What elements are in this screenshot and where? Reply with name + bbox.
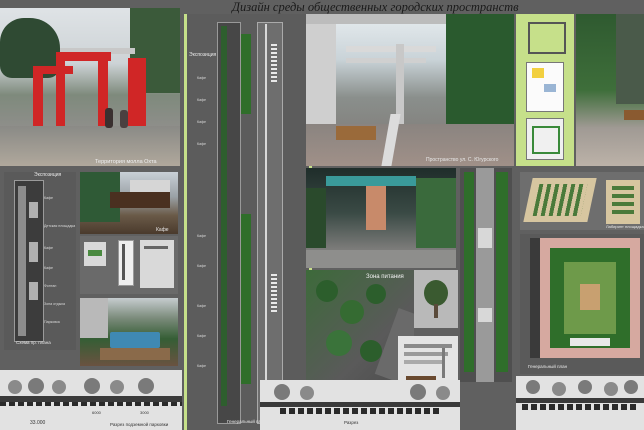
plan-strip-right bbox=[460, 168, 512, 382]
tree-detail bbox=[414, 270, 458, 328]
section-left-caption: Разрез подземной парковки bbox=[110, 422, 169, 427]
caption-mall-territory: Территория молла Охта bbox=[95, 159, 157, 165]
diagrams-panel bbox=[516, 14, 574, 166]
photo-fountain bbox=[80, 298, 178, 366]
photo-mall-territory: Территория молла Охта bbox=[0, 8, 180, 166]
plan-left: Экспозиция Кафе Детская площадка Кафе Ка… bbox=[4, 172, 76, 350]
caption-cafe: Кафе bbox=[156, 227, 169, 233]
general-plan-right: Генеральный план bbox=[520, 234, 644, 374]
photo-pavilion-night bbox=[306, 168, 456, 268]
plan-mid-label-4: Кафе bbox=[197, 142, 207, 146]
section-right bbox=[516, 376, 644, 430]
plan-left-scheme: Схема пр. плана bbox=[16, 340, 51, 345]
plan-mid-label-3: Кафе bbox=[197, 120, 207, 124]
plan-mid-label-7: Кафе bbox=[197, 304, 207, 308]
plan-mid-label-8: Кафе bbox=[197, 334, 207, 338]
cafe-details bbox=[80, 236, 178, 294]
photo-courtyard-render bbox=[576, 14, 644, 166]
plan-mid-label-2: Кафе bbox=[197, 98, 207, 102]
plan-left-exposition: Экспозиция bbox=[34, 172, 62, 178]
section-left-dim-3: 3000 bbox=[140, 410, 149, 415]
photo-cafe: Кафе bbox=[80, 172, 178, 234]
plan-mid-label-1: Кафе bbox=[197, 76, 207, 80]
caption-food-zone: Зона питания bbox=[366, 274, 404, 280]
plan-mid-exposition: Экспозиция bbox=[189, 52, 217, 58]
section-mid-caption: Разрез bbox=[344, 420, 359, 425]
presentation-board: Дизайн среды общественных городских прос… bbox=[0, 0, 644, 430]
maze-playground: Лабиринт площадка bbox=[520, 172, 644, 230]
section-left: 33.000 6000 3000 Разрез подземной парков… bbox=[0, 370, 182, 430]
plan-left-label-2: Детская площадка bbox=[44, 224, 76, 228]
plan-left-label-7: Парковка bbox=[44, 320, 60, 324]
caption-street-space: Пространство ул. С. Югурского bbox=[426, 157, 499, 163]
caption-general-plan-right: Генеральный план bbox=[528, 364, 568, 369]
plan-mid-label-6: Кафе bbox=[197, 264, 207, 268]
plan-mid-label-5: Кафе bbox=[197, 234, 207, 238]
plan-mid-label-9: Кафе bbox=[197, 364, 207, 368]
plan-left-label-6: Зона отдыха bbox=[44, 302, 66, 306]
section-left-dim-1: 33.000 bbox=[30, 420, 46, 426]
section-left-dim-2: 6000 bbox=[92, 410, 101, 415]
board-title: Дизайн среды общественных городских прос… bbox=[232, 0, 519, 14]
plan-left-label-4: Кафе bbox=[44, 266, 54, 270]
plan-left-label-5: Фонтан bbox=[44, 284, 57, 288]
caption-children-playground: Лабиринт площадка bbox=[606, 224, 644, 229]
photo-street-space: Пространство ул. С. Югурского bbox=[306, 14, 514, 166]
plan-mid: Экспозиция Кафе Кафе Кафе Кафе Кафе Кафе… bbox=[184, 14, 312, 430]
plan-left-label-3: Кафе bbox=[44, 246, 54, 250]
plan-left-label-1: Кафе bbox=[44, 196, 54, 200]
section-mid: Разрез bbox=[260, 380, 460, 430]
